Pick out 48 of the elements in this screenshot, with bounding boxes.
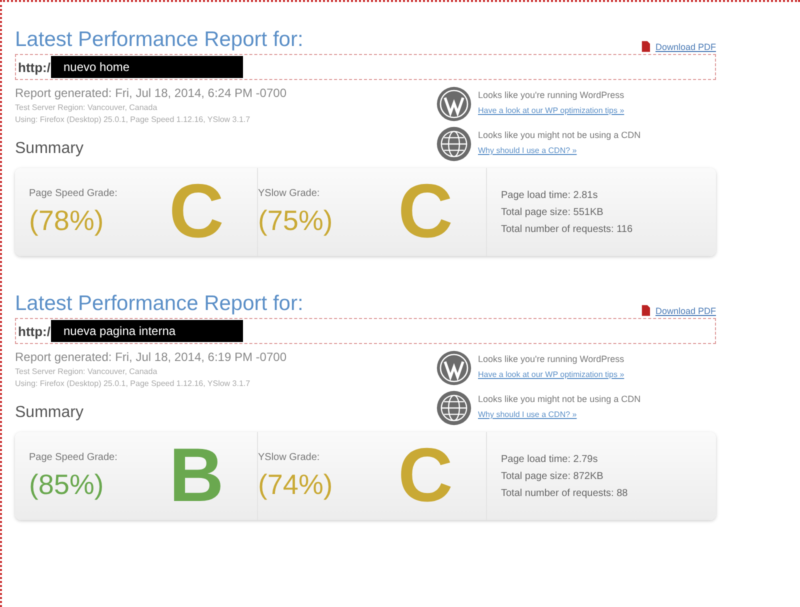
notice-text: Looks like you're running WordPress bbox=[478, 354, 624, 364]
globe-icon bbox=[436, 390, 472, 426]
notice-link[interactable]: Why should I use a CDN? » bbox=[478, 410, 577, 419]
grade-label: YSlow Grade: bbox=[258, 188, 321, 198]
url-label: nuevo home bbox=[51, 56, 244, 78]
notice-text: Looks like you're running WordPress bbox=[478, 90, 624, 100]
report-title: Latest Performance Report for: bbox=[15, 28, 304, 52]
notice-link[interactable]: Have a look at our WP optimization tips » bbox=[478, 106, 624, 115]
url-prefix: http:/ bbox=[17, 60, 50, 74]
url-prefix: http:/ bbox=[17, 324, 50, 338]
wordpress-icon bbox=[436, 86, 472, 122]
grade-score: (75%) bbox=[258, 204, 334, 236]
pdf-icon bbox=[641, 41, 650, 52]
pdf-icon bbox=[641, 305, 650, 316]
notice-link[interactable]: Have a look at our WP optimization tips » bbox=[478, 370, 624, 379]
download-pdf-link[interactable]: Download PDF bbox=[641, 305, 716, 316]
grade-letter: C bbox=[169, 174, 224, 250]
server-region: Test Server Region: Vancouver, Canada bbox=[15, 103, 158, 112]
report-generated: Report generated: Fri, Jul 18, 2014, 6:19 PM -0700 bbox=[15, 350, 286, 364]
grade-score: (74%) bbox=[258, 468, 334, 500]
browser-info: Using: Firefox (Desktop) 25.0.1, Page Speed 1.12.16, YSlow 3.1.7 bbox=[15, 379, 252, 388]
grade-letter: C bbox=[398, 174, 453, 250]
grade-label: YSlow Grade: bbox=[258, 452, 321, 462]
browser-info: Using: Firefox (Desktop) 25.0.1, Page Speed 1.12.16, YSlow 3.1.7 bbox=[15, 115, 252, 124]
report-generated: Report generated: Fri, Jul 18, 2014, 6:24 PM -0700 bbox=[15, 86, 286, 100]
download-pdf-link[interactable]: Download PDF bbox=[641, 41, 716, 52]
stat-text: Page load time: 2.81s bbox=[501, 190, 599, 200]
url-label: nueva pagina interna bbox=[51, 320, 244, 342]
stat-text: Total page size: 551KB bbox=[501, 206, 604, 218]
notice-text: Looks like you might not be using a CDN bbox=[478, 130, 641, 140]
stat-text: Page load time: 2.79s bbox=[501, 454, 599, 464]
grade-label: Page Speed Grade: bbox=[29, 188, 118, 198]
grade-letter: B bbox=[169, 438, 224, 514]
stat-text: Total number of requests: 88 bbox=[501, 488, 628, 498]
globe-icon bbox=[436, 126, 472, 162]
stat-text: Total page size: 872KB bbox=[501, 470, 604, 482]
summary-heading: Summary bbox=[15, 404, 84, 422]
wordpress-icon bbox=[436, 350, 472, 386]
notice-link[interactable]: Why should I use a CDN? » bbox=[478, 146, 577, 155]
summary-heading: Summary bbox=[15, 140, 84, 158]
report-title: Latest Performance Report for: bbox=[15, 292, 304, 316]
server-region: Test Server Region: Vancouver, Canada bbox=[15, 367, 158, 376]
grade-score: (78%) bbox=[29, 204, 105, 236]
grade-score: (85%) bbox=[29, 468, 105, 500]
grade-label: Page Speed Grade: bbox=[29, 452, 118, 462]
grade-letter: C bbox=[398, 438, 453, 514]
notice-text: Looks like you might not be using a CDN bbox=[478, 394, 641, 404]
stat-text: Total number of requests: 116 bbox=[501, 224, 633, 234]
